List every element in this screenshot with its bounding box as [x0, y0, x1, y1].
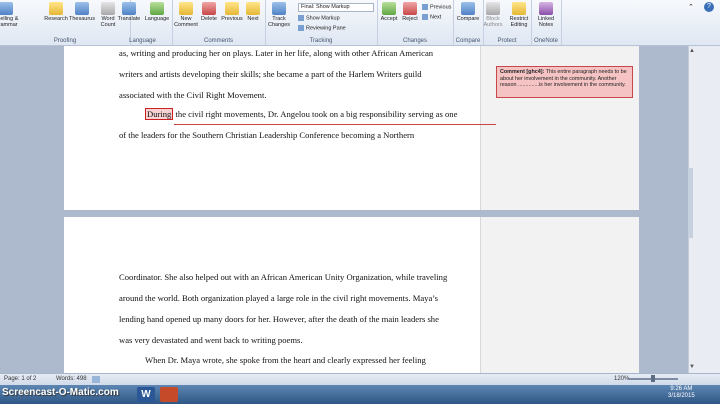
body-line: around the world. Both organization play…: [119, 293, 439, 303]
restrict-editing-icon: [512, 2, 526, 15]
language-icon: [150, 2, 164, 15]
next-change-icon: [422, 14, 428, 20]
reject-button[interactable]: Reject: [396, 2, 424, 22]
tracking-group: Track Changes Final: Show Markup Show Ma…: [265, 0, 378, 45]
restrict-editing-button[interactable]: Restrict Editing: [505, 2, 533, 28]
new-comment-icon: [179, 2, 193, 15]
body-line: writers and artists developing their ski…: [119, 69, 422, 79]
language-label: Language: [129, 38, 156, 44]
tracking-label: Tracking: [309, 38, 333, 44]
help-icon[interactable]: ?: [704, 2, 714, 12]
display-for-review-dropdown[interactable]: Final: Show Markup: [298, 3, 374, 12]
commented-line: During the civil right movements, Dr. An…: [145, 108, 458, 120]
compare-label: Compare: [455, 38, 481, 44]
show-markup-button[interactable]: Show Markup: [298, 15, 340, 21]
proofing-status-icon[interactable]: [92, 376, 100, 383]
onenote-label: OneNote: [533, 38, 558, 44]
body-line: When Dr. Maya wrote, she spoke from the …: [145, 355, 426, 365]
body-line: was very devastated and went back to wri…: [119, 335, 303, 345]
body-text: the civil right movements, Dr. Angelou t…: [173, 109, 458, 119]
comment-anchor-text[interactable]: During: [145, 108, 174, 120]
changes-group: Accept Reject Previous Next Changes: [377, 0, 454, 45]
comment-connector: [174, 124, 496, 125]
spelling-icon: [0, 2, 13, 15]
scroll-down-icon[interactable]: ▼: [689, 364, 695, 370]
body-line: associated with the Civil Right Movement…: [119, 90, 267, 100]
research-icon: [49, 2, 63, 15]
language-group: Translate Language Language: [113, 0, 173, 45]
markup-margin: [480, 217, 639, 373]
thesaurus-icon: [75, 2, 89, 15]
compare-button[interactable]: Compare: [454, 2, 482, 22]
compare-icon: [461, 2, 475, 15]
reviewing-pane-button[interactable]: Reviewing Pane: [298, 25, 346, 31]
language-button[interactable]: Language: [143, 2, 171, 22]
translate-icon: [122, 2, 136, 15]
track-changes-button[interactable]: Track Changes: [265, 2, 293, 28]
accept-icon: [382, 2, 396, 15]
scrollbar-thumb[interactable]: [688, 168, 693, 238]
block-authors-button[interactable]: Block Authors: [479, 2, 507, 28]
track-changes-icon: [272, 2, 286, 15]
body-line: of the leaders for the Southern Christia…: [119, 130, 415, 140]
page-count[interactable]: Page: 1 of 2: [4, 376, 36, 382]
previous-comment-icon: [225, 2, 239, 15]
protect-label: Protect: [497, 38, 517, 44]
scroll-up-icon[interactable]: ▲: [689, 48, 695, 54]
onenote-icon: [539, 2, 553, 15]
comment-label: Comment [ghc4]:: [500, 69, 545, 75]
comments-group: New Comment Delete Previous Next Comment…: [172, 0, 266, 45]
translate-button[interactable]: Translate: [115, 2, 143, 22]
ribbon-collapse-icon[interactable]: ⌃: [688, 3, 694, 11]
protect-group: Block Authors Restrict Editing Protect: [483, 0, 532, 45]
changes-label: Changes: [402, 38, 428, 44]
watermark: Screencast-O-Matic.com: [2, 387, 119, 398]
block-authors-icon: [486, 2, 500, 15]
thesaurus-button[interactable]: Thesaurus: [68, 2, 96, 22]
ribbon: Spelling & Grammar Research Thesaurus Wo…: [0, 0, 720, 46]
zoom-slider-thumb[interactable]: [651, 375, 655, 382]
research-button[interactable]: Research: [42, 2, 70, 22]
word-count[interactable]: Words: 498: [56, 376, 87, 382]
next-comment-icon: [246, 2, 260, 15]
show-markup-icon: [298, 15, 304, 21]
delete-comment-icon: [202, 2, 216, 15]
previous-change-icon: [422, 4, 428, 10]
proofing-label: Proofing: [53, 38, 77, 44]
word-taskbar-icon[interactable]: W: [137, 387, 155, 402]
clock-date: 3/18/2015: [668, 393, 695, 399]
body-line: Coordinator. She also helped out with an…: [119, 272, 448, 282]
linked-notes-button[interactable]: Linked Notes: [532, 2, 560, 28]
app-taskbar-icon[interactable]: [160, 387, 178, 402]
body-line: lending hand opened up many doors for he…: [119, 314, 439, 324]
previous-change-button[interactable]: Previous: [422, 4, 451, 10]
comment-balloon[interactable]: Comment [ghc4]: This entire paragraph ne…: [496, 66, 633, 98]
system-clock[interactable]: 9:26 AM 3/18/2015: [668, 386, 695, 400]
page-2: Coordinator. She also helped out with an…: [64, 217, 639, 373]
next-comment-button[interactable]: Next: [239, 2, 267, 22]
next-change-button[interactable]: Next: [422, 14, 441, 20]
spelling-grammar-button[interactable]: Spelling & Grammar: [0, 2, 20, 28]
body-line: as, writing and producing her on plays. …: [119, 48, 434, 58]
proofing-group: Spelling & Grammar Research Thesaurus Wo…: [0, 0, 131, 45]
onenote-group: Linked Notes OneNote: [531, 0, 562, 45]
reject-icon: [403, 2, 417, 15]
clock-time: 9:26 AM: [670, 386, 693, 392]
comments-label: Comments: [203, 38, 233, 44]
reviewing-pane-icon: [298, 25, 304, 31]
